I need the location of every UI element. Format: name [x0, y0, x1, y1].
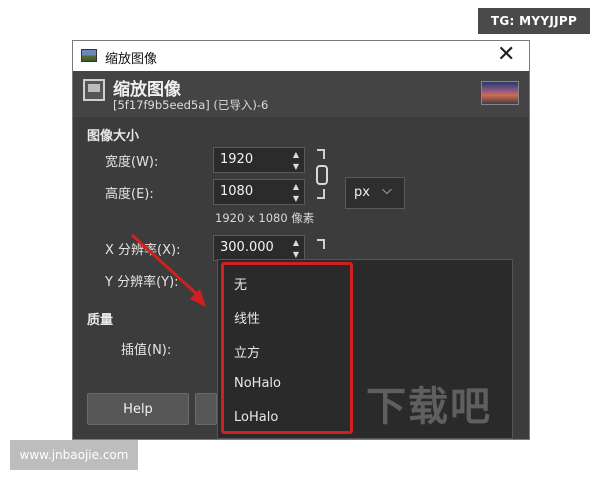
- unit-select[interactable]: px ⌵: [345, 177, 405, 209]
- window-title: 缩放图像: [105, 52, 158, 67]
- width-value[interactable]: 1920: [220, 152, 253, 167]
- decrement-icon[interactable]: ▼: [288, 192, 304, 204]
- increment-icon[interactable]: ▲: [288, 148, 304, 160]
- chain-link-icon[interactable]: [316, 165, 328, 185]
- height-value[interactable]: 1080: [220, 184, 253, 199]
- resolution-chain-bracket: [317, 239, 325, 249]
- increment-icon[interactable]: ▲: [288, 180, 304, 192]
- image-size-label: 图像大小: [87, 129, 140, 144]
- x-resolution-spinner[interactable]: 300.000 ▲ ▼: [213, 235, 305, 261]
- help-button[interactable]: Help: [87, 393, 189, 425]
- close-icon[interactable]: ✕: [497, 43, 515, 67]
- header-subtitle: [5f17f9b5eed5a] (已导入)-6: [113, 98, 269, 112]
- width-label: 宽度(W):: [105, 155, 159, 170]
- scale-image-icon: [83, 79, 105, 101]
- chevron-down-icon: ⌵: [382, 183, 392, 198]
- arrow-annotation: [130, 233, 206, 307]
- unit-value: px: [354, 185, 370, 200]
- increment-icon[interactable]: ▲: [288, 236, 304, 248]
- watermark-site: www.jnbaojie.com: [10, 440, 138, 470]
- height-label: 高度(E):: [105, 187, 154, 202]
- decrement-icon[interactable]: ▼: [288, 160, 304, 172]
- image-thumbnail: [481, 81, 519, 105]
- dialog-header: 缩放图像 [5f17f9b5eed5a] (已导入)-6: [73, 71, 529, 117]
- chain-bracket-bottom: [317, 189, 325, 199]
- watermark-tg: TG: MYYJJPP: [478, 8, 590, 34]
- height-spinner[interactable]: 1080 ▲ ▼: [213, 179, 305, 205]
- width-spinner[interactable]: 1920 ▲ ▼: [213, 147, 305, 173]
- interpolation-label: 插值(N):: [121, 343, 172, 358]
- quality-label: 质量: [87, 313, 114, 328]
- chain-bracket-top: [317, 149, 325, 159]
- size-note: 1920 x 1080 像素: [215, 211, 315, 225]
- highlight-box: [221, 262, 353, 434]
- title-bar: 缩放图像 ✕: [73, 41, 529, 71]
- watermark-logo: 下载吧: [366, 384, 492, 430]
- app-icon: [81, 49, 97, 62]
- reset-button[interactable]: [195, 393, 217, 425]
- x-resolution-value[interactable]: 300.000: [220, 240, 274, 255]
